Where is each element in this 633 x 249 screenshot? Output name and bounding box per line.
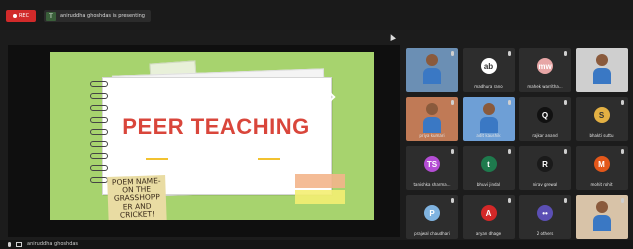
participant-tile[interactable]: Pprajwal chaudhari	[406, 195, 458, 239]
participant-name: madhura rano	[474, 84, 503, 89]
bottom-bar: aniruddha ghoshdas	[0, 240, 633, 249]
mic-muted-icon	[620, 149, 624, 154]
participant-name: priya kumari	[419, 133, 445, 138]
captions-icon[interactable]	[16, 242, 22, 247]
record-button[interactable]: REC	[6, 10, 36, 22]
mic-muted-icon	[620, 198, 624, 203]
mic-muted-icon	[451, 198, 454, 203]
meeting-window: REC T aniruddha ghoshdas is presenting P…	[0, 0, 633, 249]
presenting-text: aniruddha ghoshdas is presenting	[60, 13, 145, 19]
mic-muted-icon	[507, 100, 511, 105]
record-icon	[12, 14, 17, 18]
participant-tile[interactable]	[406, 48, 458, 92]
participant-tile[interactable]: adit kaushik	[462, 97, 515, 141]
participant-avatar: M	[593, 156, 610, 172]
arrow-icon	[312, 88, 334, 110]
participant-tile[interactable]: Sbhakti suttu	[575, 97, 628, 141]
participant-tile[interactable]: t bhuvi jindal	[462, 146, 515, 190]
participant-tile[interactable]: ab madhura rano	[462, 48, 515, 92]
top-bar: REC T aniruddha ghoshdas is presenting	[0, 0, 633, 30]
participant-name: aryan dhage	[475, 231, 502, 236]
participant-tile[interactable]: •• 2 others	[519, 195, 571, 239]
participant-name: rajkar anand	[532, 133, 558, 138]
participant-video	[592, 54, 611, 84]
participant-name: bhakti suttu	[589, 133, 614, 138]
participant-avatar: ••	[537, 205, 553, 221]
mic-muted-icon	[507, 198, 511, 203]
participant-name: bhuvi jindal	[476, 182, 501, 187]
record-label: REC	[18, 13, 30, 19]
participant-tile[interactable]: Aaryan dhage	[462, 195, 515, 239]
self-name: aniruddha ghoshdas	[27, 241, 79, 247]
participants-grid: ab madhura rano mw mahek warritha... priya k…	[406, 48, 631, 244]
participant-tile[interactable]	[575, 48, 628, 92]
participant-avatar: TS	[424, 156, 440, 172]
participant-tile[interactable]: TS tanishka sharma...	[406, 146, 458, 190]
participant-tile[interactable]: Rnirav grewal	[519, 146, 571, 190]
mic-muted-icon	[451, 100, 454, 105]
participant-avatar: A	[480, 205, 497, 221]
participant-name: tanishka sharma...	[413, 182, 451, 187]
participant-name: mahek warritha...	[527, 84, 563, 89]
shared-screen: PEER TEACHING POEM NAME- ON THE GRASSHOP…	[8, 45, 400, 237]
title-underline	[146, 158, 286, 160]
participant-tile[interactable]: priya kumari	[406, 97, 458, 141]
participant-tile[interactable]: mw mahek warritha...	[519, 48, 571, 92]
participant-avatar: mw	[537, 58, 553, 74]
participant-video	[479, 103, 498, 133]
participant-video	[592, 201, 611, 231]
mic-muted-icon	[451, 51, 454, 56]
mic-muted-icon	[564, 198, 567, 203]
participant-tile[interactable]: Mmohit rohit	[575, 146, 628, 190]
presentation-slide: PEER TEACHING POEM NAME- ON THE GRASSHOP…	[50, 52, 374, 220]
tape-yellow	[295, 190, 345, 204]
participant-avatar: S	[593, 107, 610, 123]
mic-muted-icon	[507, 51, 511, 56]
participant-avatar: R	[537, 156, 553, 172]
participant-avatar: t	[480, 156, 497, 172]
participant-name: mohit rohit	[590, 182, 613, 187]
participant-name: adit kaushik	[476, 133, 501, 138]
mic-muted-icon	[620, 100, 624, 105]
participant-avatar: Q	[537, 107, 553, 123]
participant-tile[interactable]	[575, 195, 628, 239]
sticky-note: POEM NAME- ON THE GRASSHOPP ER AND CRICK…	[107, 175, 167, 220]
participant-video	[423, 54, 441, 84]
participant-name: nirav grewal	[532, 182, 558, 187]
participant-video	[423, 103, 441, 133]
mic-muted-icon	[451, 149, 454, 154]
participant-avatar: ab	[480, 58, 497, 74]
presenter-avatar: T	[46, 11, 56, 21]
slide-title: PEER TEACHING	[122, 114, 310, 139]
tape-orange	[295, 174, 345, 188]
mic-muted-icon	[620, 51, 624, 56]
mic-muted-icon	[507, 149, 511, 154]
microphone-icon[interactable]	[8, 242, 11, 247]
participant-avatar: P	[424, 205, 440, 221]
presenting-banner[interactable]: T aniruddha ghoshdas is presenting	[44, 10, 151, 22]
participant-name: 2 others	[536, 231, 554, 236]
participant-name: prajwal chaudhari	[414, 231, 450, 236]
mic-muted-icon	[564, 100, 567, 105]
mic-muted-icon	[564, 149, 567, 154]
mouse-cursor-icon	[388, 33, 396, 41]
mic-muted-icon	[564, 51, 567, 56]
participant-tile[interactable]: Qrajkar anand	[519, 97, 571, 141]
